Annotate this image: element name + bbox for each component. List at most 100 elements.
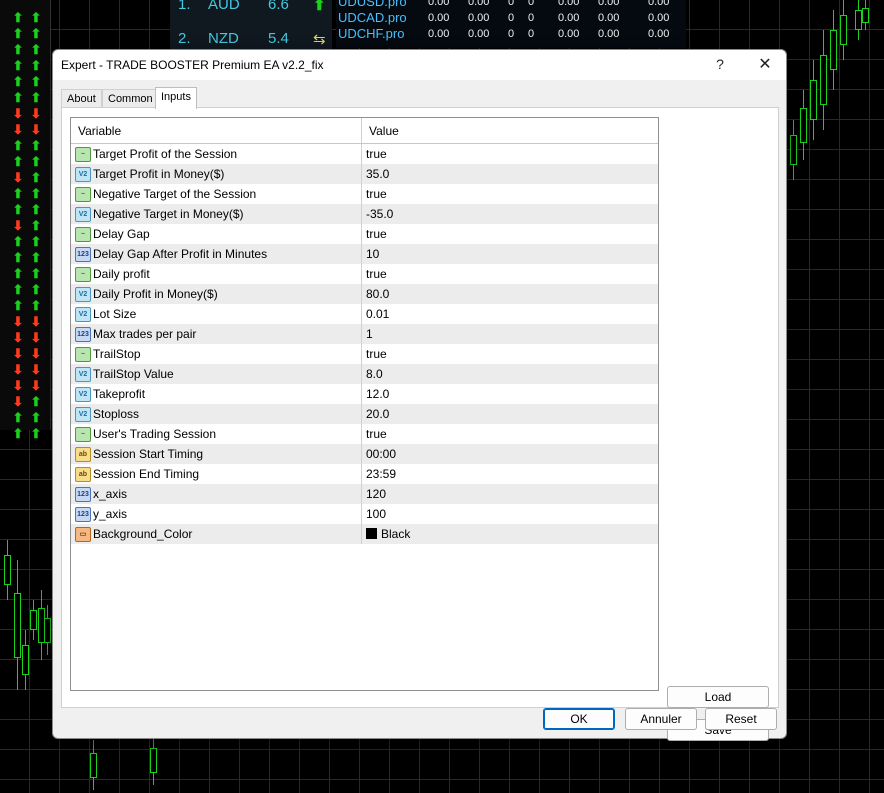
up-arrow-icon: ⬆ — [12, 74, 24, 89]
input-value[interactable]: 80.0 — [366, 287, 389, 301]
input-value[interactable]: Black — [366, 527, 410, 541]
input-variable-name: Session Start Timing — [93, 447, 204, 461]
rank-number: 2. — [178, 30, 191, 47]
up-arrow-icon: ⬆ — [30, 154, 42, 169]
input-row[interactable]: 123 y_axis 100 — [71, 504, 658, 524]
input-row[interactable]: ~ User's Trading Session true — [71, 424, 658, 444]
cell-divider — [361, 244, 362, 264]
pair-row: UDCHF.pro 0.00 0.00 0 0 0.00 0.00 0.00 — [336, 26, 686, 43]
input-value[interactable]: 8.0 — [366, 367, 383, 381]
input-value[interactable]: -35.0 — [366, 207, 393, 221]
dialog-titlebar[interactable]: Expert - TRADE BOOSTER Premium EA v2.2_f… — [53, 50, 786, 80]
input-row[interactable]: V2 Target Profit in Money($) 35.0 — [71, 164, 658, 184]
cell-divider — [361, 264, 362, 284]
up-arrow-icon: ⬆ — [12, 202, 24, 217]
rank-symbol: NZD — [208, 30, 239, 47]
pair-cell: 0.00 — [428, 0, 450, 8]
input-row[interactable]: V2 Negative Target in Money($) -35.0 — [71, 204, 658, 224]
ok-button[interactable]: OK — [543, 708, 615, 730]
candle-body — [22, 645, 29, 675]
candle-body — [830, 30, 837, 70]
input-row[interactable]: ~ Delay Gap true — [71, 224, 658, 244]
integer-param-icon: 123 — [75, 327, 91, 342]
input-row[interactable]: V2 Stoploss 20.0 — [71, 404, 658, 424]
input-value[interactable]: 35.0 — [366, 167, 389, 181]
input-value[interactable]: 100 — [366, 507, 386, 521]
column-header-value[interactable]: Value — [369, 124, 399, 138]
up-arrow-icon: ⬆ — [30, 250, 42, 265]
column-divider[interactable] — [361, 118, 362, 143]
input-value[interactable]: 00:00 — [366, 447, 396, 461]
input-row[interactable]: V2 Lot Size 0.01 — [71, 304, 658, 324]
cell-divider — [361, 484, 362, 504]
input-value[interactable]: 12.0 — [366, 387, 389, 401]
pair-cell: 0.00 — [558, 0, 580, 8]
close-button[interactable]: ✕ — [756, 54, 774, 74]
boolean-param-icon: ~ — [75, 427, 91, 442]
integer-param-icon: 123 — [75, 247, 91, 262]
input-value[interactable]: true — [366, 347, 387, 361]
candle-body — [30, 610, 37, 630]
input-value[interactable]: 0.01 — [366, 307, 389, 321]
double-param-icon: V2 — [75, 207, 91, 222]
load-button[interactable]: Load — [667, 686, 769, 708]
input-value[interactable]: 20.0 — [366, 407, 389, 421]
input-value[interactable]: 120 — [366, 487, 386, 501]
tab-common[interactable]: Common — [102, 89, 159, 108]
input-variable-name: Target Profit of the Session — [93, 147, 238, 161]
up-arrow-icon: ⬆ — [12, 90, 24, 105]
candle-body — [810, 80, 817, 120]
pair-symbol: UDUSD.pro — [338, 0, 407, 9]
up-arrow-icon: ⬆ — [12, 10, 24, 25]
down-arrow-icon: ⬇ — [30, 346, 42, 361]
up-arrow-icon: ⬆ — [12, 266, 24, 281]
input-value[interactable]: true — [366, 147, 387, 161]
pair-cell: 0.00 — [558, 12, 580, 24]
up-arrow-icon: ⬆ — [30, 26, 42, 41]
input-variable-name: Target Profit in Money($) — [93, 167, 225, 181]
input-row[interactable]: 123 x_axis 120 — [71, 484, 658, 504]
down-arrow-icon: ⬇ — [12, 218, 24, 233]
input-row[interactable]: V2 Daily Profit in Money($) 80.0 — [71, 284, 658, 304]
input-row[interactable]: V2 Takeprofit 12.0 — [71, 384, 658, 404]
input-row[interactable]: 123 Delay Gap After Profit in Minutes 10 — [71, 244, 658, 264]
input-row[interactable]: ab Session Start Timing 00:00 — [71, 444, 658, 464]
input-row[interactable]: ▭ Background_Color Black — [71, 524, 658, 544]
input-row[interactable]: ab Session End Timing 23:59 — [71, 464, 658, 484]
up-arrow-icon: ⬆ — [30, 266, 42, 281]
tab-about[interactable]: About — [61, 89, 102, 108]
input-row[interactable]: ~ Negative Target of the Session true — [71, 184, 658, 204]
input-value[interactable]: true — [366, 227, 387, 241]
inputs-grid-header: Variable Value — [71, 118, 658, 144]
input-variable-name: User's Trading Session — [93, 427, 217, 441]
down-arrow-icon: ⬇ — [12, 362, 24, 377]
input-value[interactable]: 1 — [366, 327, 373, 341]
input-row[interactable]: V2 TrailStop Value 8.0 — [71, 364, 658, 384]
input-value[interactable]: true — [366, 427, 387, 441]
input-row[interactable]: 123 Max trades per pair 1 — [71, 324, 658, 344]
input-value[interactable]: 10 — [366, 247, 379, 261]
up-arrow-icon: ⬆ — [30, 394, 42, 409]
candle-body — [840, 15, 847, 45]
input-variable-name: Delay Gap — [93, 227, 150, 241]
help-button[interactable]: ? — [713, 56, 727, 72]
input-row[interactable]: ~ TrailStop true — [71, 344, 658, 364]
pair-cell: 0.00 — [648, 0, 670, 8]
pair-cell: 0 — [528, 28, 535, 40]
pair-row: UDCAD.pro 0.00 0.00 0 0 0.00 0.00 0.00 — [336, 10, 686, 27]
column-header-variable[interactable]: Variable — [78, 124, 121, 138]
input-row[interactable]: ~ Daily profit true — [71, 264, 658, 284]
down-arrow-icon: ⬇ — [30, 330, 42, 345]
reset-button[interactable]: Reset — [705, 708, 777, 730]
tab-inputs[interactable]: Inputs — [155, 87, 197, 109]
input-value[interactable]: true — [366, 267, 387, 281]
input-value[interactable]: true — [366, 187, 387, 201]
boolean-param-icon: ~ — [75, 267, 91, 282]
double-param-icon: V2 — [75, 307, 91, 322]
pair-cell: 0.00 — [428, 12, 450, 24]
input-value[interactable]: 23:59 — [366, 467, 396, 481]
cancel-button[interactable]: Annuler — [625, 708, 697, 730]
input-row[interactable]: ~ Target Profit of the Session true — [71, 144, 658, 164]
integer-param-icon: 123 — [75, 507, 91, 522]
pair-cell: 0 — [528, 12, 535, 24]
